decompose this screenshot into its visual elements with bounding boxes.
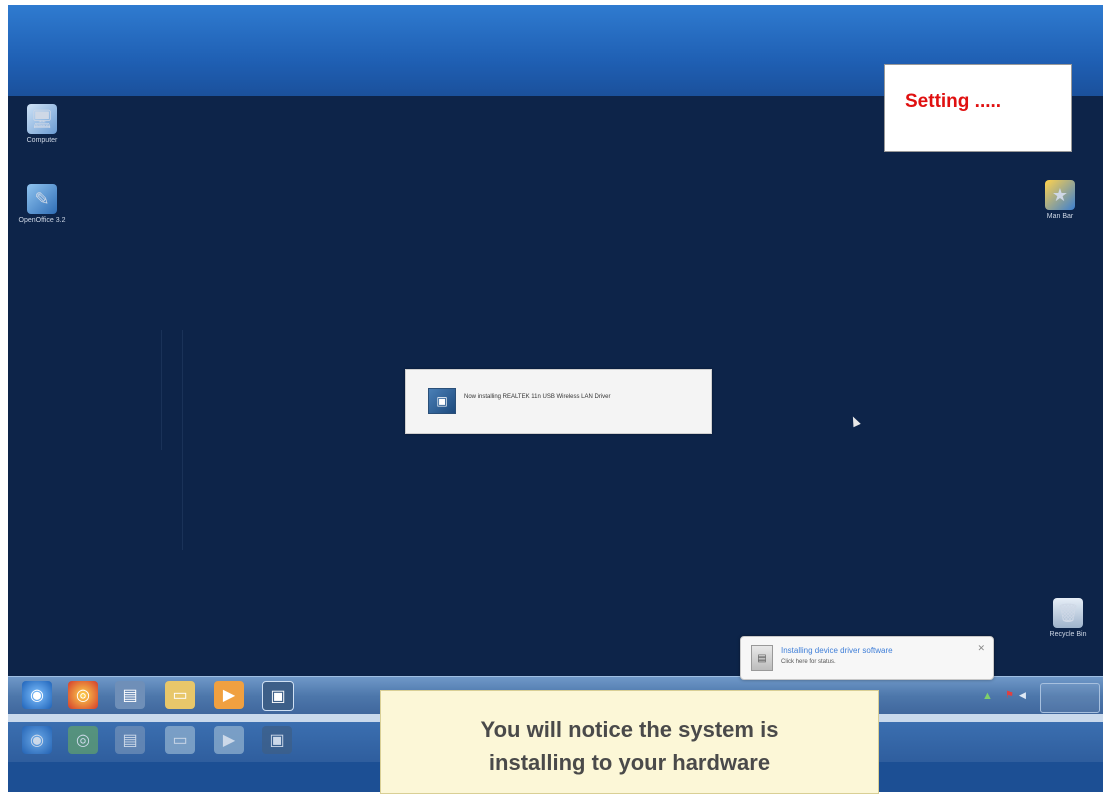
network-icon[interactable]: ▲ [982, 690, 993, 702]
folder-icon[interactable]: ▭ [165, 681, 195, 709]
close-icon[interactable]: ✕ [977, 643, 985, 654]
openoffice-icon: ✎ [27, 184, 57, 214]
screenshot-frame: 🖥 Computer ✎ OpenOffice 3.2 ★ Man Bar 🗑 … [0, 0, 1108, 794]
notification-subtitle: Click here for status. [781, 659, 836, 665]
folder-icon: ▭ [165, 726, 195, 754]
action-center-icon[interactable]: ⚑ [1005, 690, 1014, 701]
device-installer-icon: ▤ [751, 645, 773, 671]
documents-icon: ▤ [115, 726, 145, 754]
installer-icon[interactable]: ▣ [262, 681, 294, 711]
notification-title: Installing device driver software [781, 646, 893, 655]
system-clock[interactable] [1040, 683, 1100, 713]
desktop-icon-label: Recycle Bin [1049, 631, 1087, 638]
installer-icon: ▣ [262, 726, 292, 754]
chrome-icon: ◎ [68, 726, 98, 754]
setting-callout: Setting ..... [884, 64, 1072, 152]
media-player-icon: ▶ [214, 726, 244, 754]
install-status-text: Now installing REALTEK 11n USB Wireless … [464, 394, 611, 400]
volume-icon[interactable]: ◀ [1019, 690, 1026, 701]
desktop-icon-label: Man Bar [1046, 213, 1074, 220]
driver-install-notification[interactable]: ▤ Installing device driver software Clic… [740, 636, 994, 680]
documents-icon[interactable]: ▤ [115, 681, 145, 709]
screen-artifact-line [161, 330, 162, 450]
desktop-icon-recycle-bin[interactable]: 🗑 Recycle Bin [1038, 598, 1098, 638]
caption-text: You will notice the system is installing… [381, 713, 878, 779]
start-orb-icon: ◉ [22, 726, 52, 754]
desktop-icon-label: Computer [26, 137, 58, 144]
screen-artifact-line [182, 330, 183, 550]
desktop-icon-openoffice[interactable]: ✎ OpenOffice 3.2 [12, 184, 72, 224]
media-player-icon[interactable]: ▶ [214, 681, 244, 709]
caption-callout: You will notice the system is installing… [380, 690, 879, 794]
shortcut-icon: ★ [1045, 180, 1075, 210]
caption-line-2: installing to your hardware [488, 750, 771, 775]
desktop-icon-shortcut[interactable]: ★ Man Bar [1030, 180, 1090, 220]
caption-line-1: You will notice the system is [480, 717, 779, 742]
driver-install-dialog: ▣ Now installing REALTEK 11n USB Wireles… [405, 369, 712, 434]
start-orb-icon[interactable]: ◉ [22, 681, 52, 709]
computer-icon: 🖥 [27, 104, 57, 134]
recycle-bin-icon: 🗑 [1053, 598, 1083, 628]
setting-text: Setting ..... [905, 91, 1002, 112]
installer-icon: ▣ [428, 388, 456, 414]
desktop-icon-label: OpenOffice 3.2 [18, 217, 66, 224]
desktop-icon-computer[interactable]: 🖥 Computer [12, 104, 72, 144]
chrome-icon[interactable]: ◎ [68, 681, 98, 709]
